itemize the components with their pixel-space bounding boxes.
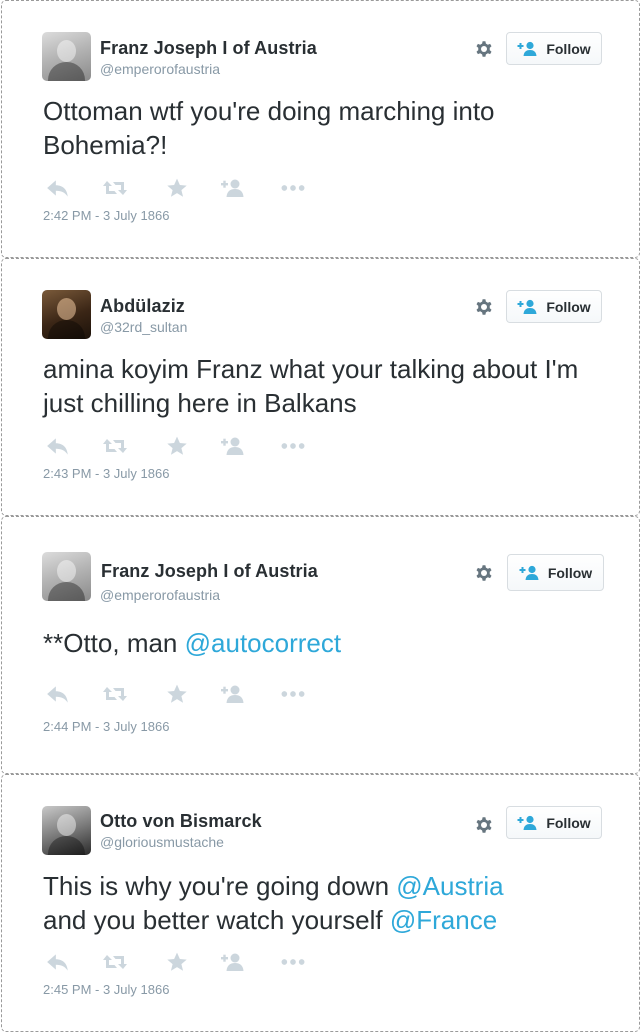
star-icon[interactable] xyxy=(164,951,190,973)
mention-link[interactable]: @autocorrect xyxy=(185,628,341,658)
reply-icon[interactable] xyxy=(45,435,71,457)
tweet-card: Otto von Bismarck @gloriousmustache Foll… xyxy=(1,774,640,1032)
add-user-icon[interactable] xyxy=(220,177,246,199)
avatar-body xyxy=(48,836,85,855)
gear-icon[interactable] xyxy=(474,297,494,317)
gear-icon[interactable] xyxy=(474,39,494,59)
follow-label: Follow xyxy=(546,298,591,315)
more-icon[interactable] xyxy=(280,177,306,199)
tweet-text-plain: **Otto, man xyxy=(43,628,185,658)
timestamp[interactable]: 2:44 PM - 3 July 1866 xyxy=(43,719,169,734)
avatar-body xyxy=(48,62,85,81)
retweet-icon[interactable] xyxy=(102,435,128,457)
user-name[interactable]: Franz Joseph I of Austria xyxy=(100,38,317,59)
more-icon[interactable] xyxy=(280,951,306,973)
reply-icon[interactable] xyxy=(45,177,71,199)
follow-label: Follow xyxy=(546,40,591,57)
tweet-text: **Otto, man @autocorrect xyxy=(43,626,623,660)
add-user-icon[interactable] xyxy=(220,435,246,457)
retweet-icon[interactable] xyxy=(102,683,128,705)
follow-button[interactable]: Follow xyxy=(506,32,602,65)
follow-button[interactable]: Follow xyxy=(507,554,604,591)
tweet-text: This is why you're going down @Austria an… xyxy=(43,869,623,937)
mention-link[interactable]: @France xyxy=(390,905,497,935)
timestamp[interactable]: 2:42 PM - 3 July 1866 xyxy=(43,208,169,223)
add-user-icon[interactable] xyxy=(220,683,246,705)
tweet-card: Franz Joseph I of Austria @emperorofaust… xyxy=(1,0,640,258)
tweet-text: amina koyim Franz what your talking abou… xyxy=(43,352,623,420)
tweet-text-part: Ottoman wtf you're doing marching into B… xyxy=(43,96,495,160)
gear-icon[interactable] xyxy=(474,563,494,583)
avatar-face xyxy=(57,814,76,836)
more-icon[interactable] xyxy=(280,683,306,705)
timestamp[interactable]: 2:43 PM - 3 July 1866 xyxy=(43,466,169,481)
follow-button[interactable]: Follow xyxy=(506,806,602,839)
user-name[interactable]: Franz Joseph I of Austria xyxy=(101,561,318,582)
star-icon[interactable] xyxy=(164,683,190,705)
user-name[interactable]: Otto von Bismarck xyxy=(100,811,262,832)
mention-link[interactable]: @Austria xyxy=(396,871,503,901)
retweet-icon[interactable] xyxy=(102,951,128,973)
tweet-text-plain: and you better watch yourself xyxy=(43,905,390,935)
retweet-icon[interactable] xyxy=(102,177,128,199)
reply-icon[interactable] xyxy=(45,683,71,705)
tweet-card: Franz Joseph I of Austria @emperorofaust… xyxy=(1,516,640,774)
tweet-text-plain: This is why you're going down xyxy=(43,871,397,901)
franz-joseph-avatar[interactable] xyxy=(42,32,91,81)
star-icon[interactable] xyxy=(164,435,190,457)
timestamp[interactable]: 2:45 PM - 3 July 1866 xyxy=(43,982,169,997)
avatar-body xyxy=(48,320,85,339)
follow-label: Follow xyxy=(547,564,593,581)
user-handle[interactable]: @32rd_sultan xyxy=(100,319,187,335)
user-handle[interactable]: @emperorofaustria xyxy=(100,61,220,77)
tweet-text: Ottoman wtf you're doing marching into B… xyxy=(43,94,623,162)
gear-icon[interactable] xyxy=(474,815,494,835)
add-user-icon xyxy=(517,41,539,57)
abdulaziz-avatar[interactable] xyxy=(42,290,91,339)
user-handle[interactable]: @emperorofaustria xyxy=(100,587,220,603)
avatar-face xyxy=(57,40,76,62)
user-handle[interactable]: @gloriousmustache xyxy=(100,834,224,850)
more-icon[interactable] xyxy=(280,435,306,457)
tweet-card: Abdülaziz @32rd_sultan Follow amina koyi… xyxy=(1,258,640,516)
reply-icon[interactable] xyxy=(45,951,71,973)
user-name[interactable]: Abdülaziz xyxy=(100,296,185,317)
follow-label: Follow xyxy=(546,814,591,831)
add-user-icon[interactable] xyxy=(220,951,246,973)
add-user-icon xyxy=(519,565,541,581)
add-user-icon xyxy=(517,299,539,315)
star-icon[interactable] xyxy=(164,177,190,199)
bismarck-avatar[interactable] xyxy=(42,806,91,855)
avatar-face xyxy=(57,298,76,320)
avatar-body xyxy=(48,582,85,601)
franz-joseph-avatar[interactable] xyxy=(42,552,91,601)
add-user-icon xyxy=(517,815,539,831)
tweet-text-part: amina koyim Franz what your talking abou… xyxy=(43,354,579,418)
avatar-face xyxy=(57,560,76,582)
follow-button[interactable]: Follow xyxy=(506,290,602,323)
